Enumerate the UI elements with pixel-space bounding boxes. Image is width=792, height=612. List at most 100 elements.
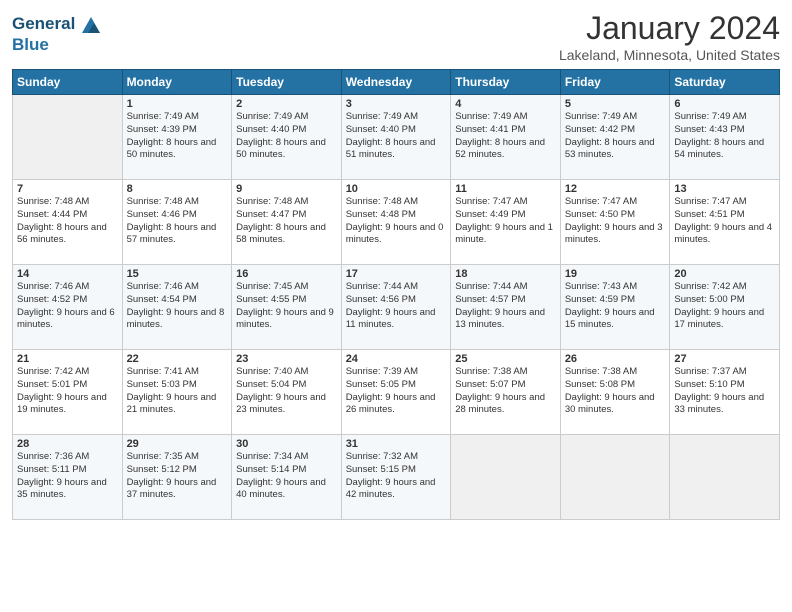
day-daylight: Daylight: 9 hours and 42 minutes. — [346, 477, 436, 501]
day-sunrise: Sunrise: 7:41 AM — [127, 366, 199, 377]
calendar-cell — [13, 95, 123, 180]
day-daylight: Daylight: 9 hours and 6 minutes. — [17, 307, 115, 331]
day-sunrise: Sunrise: 7:39 AM — [346, 366, 418, 377]
calendar-cell: 7 Sunrise: 7:48 AM Sunset: 4:44 PM Dayli… — [13, 180, 123, 265]
day-daylight: Daylight: 9 hours and 35 minutes. — [17, 477, 107, 501]
calendar-cell: 9 Sunrise: 7:48 AM Sunset: 4:47 PM Dayli… — [232, 180, 342, 265]
calendar-cell: 20 Sunrise: 7:42 AM Sunset: 5:00 PM Dayl… — [670, 265, 780, 350]
day-daylight: Daylight: 9 hours and 19 minutes. — [17, 392, 107, 416]
day-sunrise: Sunrise: 7:34 AM — [236, 451, 308, 462]
calendar-week-row: 21 Sunrise: 7:42 AM Sunset: 5:01 PM Dayl… — [13, 350, 780, 435]
day-sunrise: Sunrise: 7:48 AM — [236, 196, 308, 207]
weekday-header-wednesday: Wednesday — [341, 70, 451, 95]
day-sunrise: Sunrise: 7:49 AM — [346, 111, 418, 122]
day-sunset: Sunset: 4:43 PM — [674, 124, 744, 135]
day-daylight: Daylight: 9 hours and 9 minutes. — [236, 307, 334, 331]
day-daylight: Daylight: 9 hours and 23 minutes. — [236, 392, 326, 416]
day-sunrise: Sunrise: 7:47 AM — [674, 196, 746, 207]
day-sunrise: Sunrise: 7:32 AM — [346, 451, 418, 462]
day-sunset: Sunset: 4:42 PM — [565, 124, 635, 135]
calendar-cell: 4 Sunrise: 7:49 AM Sunset: 4:41 PM Dayli… — [451, 95, 561, 180]
day-sunset: Sunset: 4:44 PM — [17, 209, 87, 220]
logo-text: General Blue — [12, 14, 102, 55]
day-daylight: Daylight: 8 hours and 57 minutes. — [127, 222, 217, 246]
page-container: General Blue January 2024 Lakeland, Minn… — [0, 0, 792, 528]
day-number: 29 — [127, 438, 228, 450]
weekday-header-monday: Monday — [122, 70, 232, 95]
day-daylight: Daylight: 8 hours and 53 minutes. — [565, 137, 655, 161]
calendar-cell: 1 Sunrise: 7:49 AM Sunset: 4:39 PM Dayli… — [122, 95, 232, 180]
day-number: 23 — [236, 353, 337, 365]
month-title: January 2024 — [559, 10, 780, 47]
day-sunset: Sunset: 4:52 PM — [17, 294, 87, 305]
day-number: 15 — [127, 268, 228, 280]
day-number: 25 — [455, 353, 556, 365]
calendar-week-row: 7 Sunrise: 7:48 AM Sunset: 4:44 PM Dayli… — [13, 180, 780, 265]
calendar-cell: 10 Sunrise: 7:48 AM Sunset: 4:48 PM Dayl… — [341, 180, 451, 265]
day-sunset: Sunset: 4:57 PM — [455, 294, 525, 305]
calendar-cell — [670, 435, 780, 520]
calendar-cell: 31 Sunrise: 7:32 AM Sunset: 5:15 PM Dayl… — [341, 435, 451, 520]
day-sunrise: Sunrise: 7:43 AM — [565, 281, 637, 292]
calendar-cell: 21 Sunrise: 7:42 AM Sunset: 5:01 PM Dayl… — [13, 350, 123, 435]
day-sunrise: Sunrise: 7:36 AM — [17, 451, 89, 462]
day-sunrise: Sunrise: 7:44 AM — [346, 281, 418, 292]
day-sunrise: Sunrise: 7:42 AM — [17, 366, 89, 377]
day-sunrise: Sunrise: 7:44 AM — [455, 281, 527, 292]
day-sunrise: Sunrise: 7:37 AM — [674, 366, 746, 377]
calendar-cell: 3 Sunrise: 7:49 AM Sunset: 4:40 PM Dayli… — [341, 95, 451, 180]
day-sunset: Sunset: 5:10 PM — [674, 379, 744, 390]
day-daylight: Daylight: 9 hours and 0 minutes. — [346, 222, 444, 246]
day-daylight: Daylight: 9 hours and 33 minutes. — [674, 392, 764, 416]
day-number: 13 — [674, 183, 775, 195]
day-sunrise: Sunrise: 7:48 AM — [17, 196, 89, 207]
weekday-header-sunday: Sunday — [13, 70, 123, 95]
calendar-week-row: 28 Sunrise: 7:36 AM Sunset: 5:11 PM Dayl… — [13, 435, 780, 520]
day-daylight: Daylight: 9 hours and 15 minutes. — [565, 307, 655, 331]
day-sunset: Sunset: 5:07 PM — [455, 379, 525, 390]
day-daylight: Daylight: 9 hours and 1 minute. — [455, 222, 553, 246]
day-daylight: Daylight: 9 hours and 21 minutes. — [127, 392, 217, 416]
day-sunrise: Sunrise: 7:49 AM — [236, 111, 308, 122]
day-sunset: Sunset: 4:54 PM — [127, 294, 197, 305]
calendar-cell: 8 Sunrise: 7:48 AM Sunset: 4:46 PM Dayli… — [122, 180, 232, 265]
calendar-cell: 11 Sunrise: 7:47 AM Sunset: 4:49 PM Dayl… — [451, 180, 561, 265]
day-number: 1 — [127, 98, 228, 110]
calendar-header-row: SundayMondayTuesdayWednesdayThursdayFrid… — [13, 70, 780, 95]
day-number: 22 — [127, 353, 228, 365]
day-daylight: Daylight: 8 hours and 50 minutes. — [236, 137, 326, 161]
day-number: 9 — [236, 183, 337, 195]
day-daylight: Daylight: 8 hours and 52 minutes. — [455, 137, 545, 161]
day-number: 19 — [565, 268, 666, 280]
calendar-cell: 27 Sunrise: 7:37 AM Sunset: 5:10 PM Dayl… — [670, 350, 780, 435]
day-daylight: Daylight: 9 hours and 3 minutes. — [565, 222, 663, 246]
day-sunrise: Sunrise: 7:49 AM — [455, 111, 527, 122]
day-sunrise: Sunrise: 7:38 AM — [565, 366, 637, 377]
day-sunset: Sunset: 5:00 PM — [674, 294, 744, 305]
calendar-body: 1 Sunrise: 7:49 AM Sunset: 4:39 PM Dayli… — [13, 95, 780, 520]
day-sunset: Sunset: 4:50 PM — [565, 209, 635, 220]
day-sunset: Sunset: 4:55 PM — [236, 294, 306, 305]
day-sunrise: Sunrise: 7:40 AM — [236, 366, 308, 377]
day-daylight: Daylight: 8 hours and 56 minutes. — [17, 222, 107, 246]
logo: General Blue — [12, 14, 102, 55]
day-number: 2 — [236, 98, 337, 110]
day-sunrise: Sunrise: 7:42 AM — [674, 281, 746, 292]
day-daylight: Daylight: 8 hours and 58 minutes. — [236, 222, 326, 246]
logo-icon — [80, 15, 102, 35]
day-sunset: Sunset: 5:04 PM — [236, 379, 306, 390]
calendar-cell: 15 Sunrise: 7:46 AM Sunset: 4:54 PM Dayl… — [122, 265, 232, 350]
calendar-cell: 6 Sunrise: 7:49 AM Sunset: 4:43 PM Dayli… — [670, 95, 780, 180]
day-sunset: Sunset: 5:01 PM — [17, 379, 87, 390]
day-sunset: Sunset: 5:05 PM — [346, 379, 416, 390]
day-sunrise: Sunrise: 7:48 AM — [346, 196, 418, 207]
calendar-cell: 28 Sunrise: 7:36 AM Sunset: 5:11 PM Dayl… — [13, 435, 123, 520]
weekday-header-saturday: Saturday — [670, 70, 780, 95]
day-sunset: Sunset: 5:15 PM — [346, 464, 416, 475]
day-sunrise: Sunrise: 7:46 AM — [17, 281, 89, 292]
calendar-cell: 22 Sunrise: 7:41 AM Sunset: 5:03 PM Dayl… — [122, 350, 232, 435]
day-sunrise: Sunrise: 7:48 AM — [127, 196, 199, 207]
calendar-cell: 14 Sunrise: 7:46 AM Sunset: 4:52 PM Dayl… — [13, 265, 123, 350]
day-sunrise: Sunrise: 7:38 AM — [455, 366, 527, 377]
day-number: 20 — [674, 268, 775, 280]
